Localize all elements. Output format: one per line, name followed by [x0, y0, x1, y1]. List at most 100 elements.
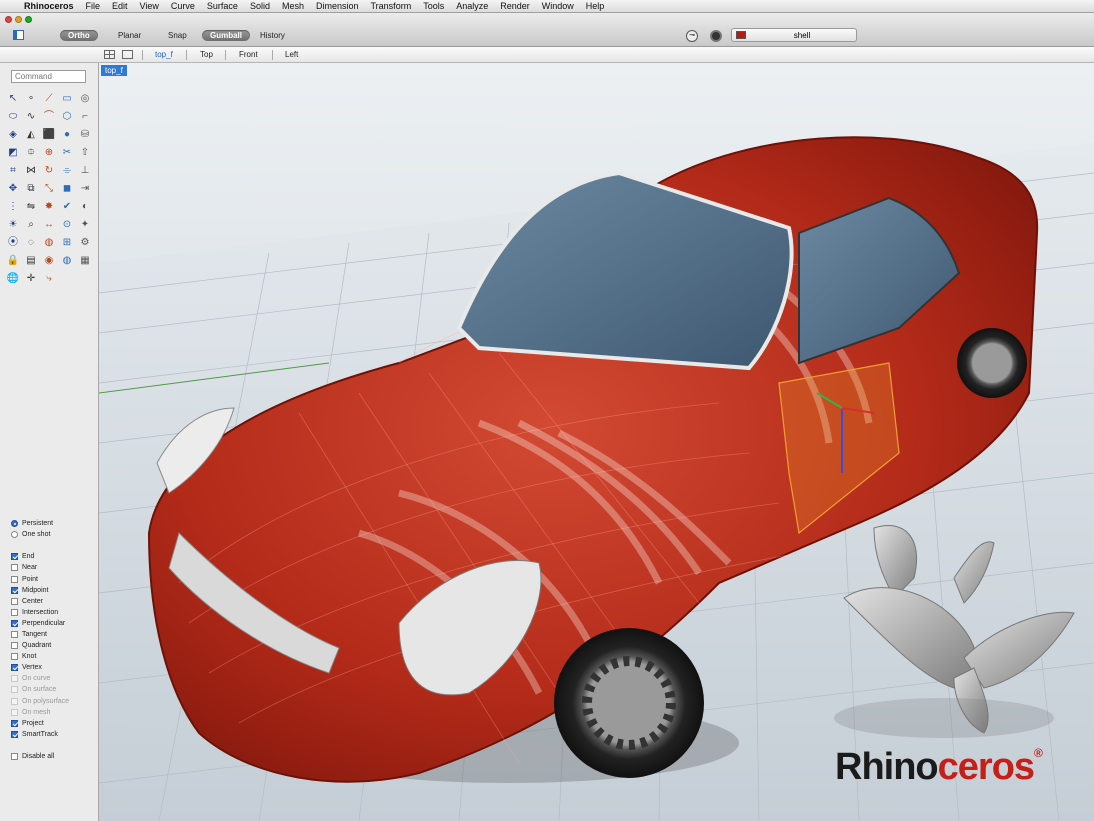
menu-window[interactable]: Window — [536, 1, 580, 11]
distance-icon[interactable]: ↔ — [42, 218, 56, 232]
osnap-midpoint[interactable]: Midpoint — [11, 585, 69, 596]
lock-icon[interactable]: 🔒 — [6, 254, 20, 268]
render-icon[interactable]: ☀ — [6, 218, 20, 232]
zoom-window-button[interactable] — [25, 16, 32, 23]
menu-dimension[interactable]: Dimension — [310, 1, 365, 11]
curve-icon[interactable]: ∿ — [24, 110, 38, 124]
material-icon[interactable]: ◉ — [42, 254, 56, 268]
mirror-icon[interactable]: ⇋ — [24, 200, 38, 214]
checkbox[interactable] — [11, 675, 18, 683]
history-button[interactable]: History — [252, 30, 293, 41]
osnap-intersection[interactable]: Intersection — [11, 607, 69, 618]
ellipse-icon[interactable]: ⬭ — [6, 110, 20, 124]
menu-view[interactable]: View — [134, 1, 165, 11]
perspective-viewport[interactable]: top_f Rhinoceros® — [99, 63, 1094, 821]
environment-icon[interactable]: ◍ — [60, 254, 74, 268]
checkbox[interactable] — [11, 664, 18, 672]
array-icon[interactable]: ⋮ — [6, 200, 20, 214]
light-icon[interactable]: ✦ — [78, 218, 92, 232]
globe-icon[interactable]: 🌐 — [6, 272, 20, 286]
menu-rhinoceros[interactable]: Rhinoceros — [18, 1, 80, 11]
polyline-icon[interactable]: ⟋ — [42, 92, 56, 106]
network-icon[interactable]: ⯐ — [24, 146, 38, 160]
zoom-icon[interactable]: ⌕ — [24, 218, 38, 232]
osnap-tangent[interactable]: Tangent — [11, 629, 69, 640]
rectangle-icon[interactable]: ▭ — [60, 92, 74, 106]
rotate-icon[interactable]: ↻ — [42, 164, 56, 178]
check-icon[interactable]: ✔ — [60, 200, 74, 214]
point-icon[interactable]: ∘ — [24, 92, 38, 106]
solid-box-icon[interactable]: ◼ — [60, 182, 74, 196]
osnap-on-polysurface[interactable]: On polysurface — [11, 696, 69, 707]
osnap-disable-all[interactable]: Disable all — [11, 751, 69, 762]
record-icon[interactable] — [710, 30, 722, 42]
checkbox[interactable] — [11, 586, 18, 594]
checkbox[interactable] — [11, 597, 18, 605]
checkbox[interactable] — [11, 642, 18, 650]
arc-icon[interactable]: ⌒ — [42, 110, 56, 124]
menu-help[interactable]: Help — [580, 1, 611, 11]
radio-button[interactable] — [11, 520, 18, 528]
osnap-quadrant[interactable]: Quadrant — [11, 640, 69, 651]
sweep-icon[interactable]: ◭ — [24, 128, 38, 142]
osnap-center[interactable]: Center — [11, 596, 69, 607]
mesh-icon[interactable]: ⌗ — [6, 164, 20, 178]
curvature-icon[interactable]: ⊙ — [60, 218, 74, 232]
loft-icon[interactable]: ◩ — [6, 146, 20, 160]
box-icon[interactable]: ⬛ — [42, 128, 56, 142]
single-view-icon[interactable] — [122, 50, 133, 59]
osnap-one-shot[interactable]: One shot — [11, 529, 69, 540]
menu-file[interactable]: File — [80, 1, 107, 11]
checkbox[interactable] — [11, 708, 18, 716]
checkbox[interactable] — [11, 608, 18, 616]
cylinder-icon[interactable]: ⛁ — [78, 128, 92, 142]
checkbox[interactable] — [11, 653, 18, 661]
sphere-icon[interactable]: ● — [60, 128, 74, 142]
explode-icon[interactable]: ✸ — [42, 200, 56, 214]
gumball-icon[interactable]: ✛ — [24, 272, 38, 286]
move-icon[interactable]: ✥ — [6, 182, 20, 196]
grid-icon[interactable]: ⊞ — [60, 236, 74, 250]
osnap-on-curve[interactable]: On curve — [11, 673, 69, 684]
osnap-end[interactable]: End — [11, 551, 69, 562]
close-window-button[interactable] — [5, 16, 12, 23]
osnap-on-mesh[interactable]: On mesh — [11, 707, 69, 718]
tab-left[interactable]: Left — [285, 50, 298, 59]
menu-render[interactable]: Render — [494, 1, 536, 11]
osnap-vertex[interactable]: Vertex — [11, 662, 69, 673]
checkbox[interactable] — [11, 686, 18, 694]
extrude-icon[interactable]: ⇧ — [78, 146, 92, 160]
osnap-persistent[interactable]: Persistent — [11, 518, 69, 529]
history-icon[interactable]: ⤷ — [42, 272, 56, 286]
checkbox[interactable] — [11, 697, 18, 705]
settings-icon[interactable]: ⚙ — [78, 236, 92, 250]
menu-surface[interactable]: Surface — [201, 1, 244, 11]
menu-mesh[interactable]: Mesh — [276, 1, 310, 11]
planar-button[interactable]: Planar — [110, 30, 149, 41]
select-arrow-icon[interactable]: ↖ — [6, 92, 20, 106]
scale-icon[interactable]: ⤡ — [42, 182, 56, 196]
osnap-smarttrack[interactable]: SmartTrack — [11, 729, 69, 740]
menu-analyze[interactable]: Analyze — [450, 1, 494, 11]
split-icon[interactable]: ✂ — [60, 146, 74, 160]
snapshot-icon[interactable]: ▦ — [78, 254, 92, 268]
ortho-button[interactable]: Ortho — [60, 30, 98, 41]
tab-front[interactable]: Front — [239, 50, 258, 59]
osnap-near[interactable]: Near — [11, 562, 69, 573]
checkbox[interactable] — [11, 719, 18, 727]
viewport-title[interactable]: top_f — [101, 65, 127, 76]
four-view-icon[interactable] — [104, 50, 115, 59]
sidebar-toggle-icon[interactable] — [13, 30, 24, 40]
dimension-icon[interactable]: ⊥ — [78, 164, 92, 178]
offset-icon[interactable]: ⇥ — [78, 182, 92, 196]
radio-button[interactable] — [11, 531, 18, 539]
copy-icon[interactable]: ⧉ — [24, 182, 38, 196]
checkbox[interactable] — [11, 553, 18, 561]
analyze-icon[interactable]: ◐ — [78, 200, 92, 214]
join-icon[interactable]: ⋈ — [24, 164, 38, 178]
tab-top[interactable]: Top — [200, 50, 213, 59]
polygon-icon[interactable]: ⬡ — [60, 110, 74, 124]
hide-icon[interactable]: ◌ — [24, 236, 38, 250]
trim-icon[interactable]: ⌯ — [60, 164, 74, 178]
tab-named-view[interactable]: top_f — [155, 50, 173, 59]
